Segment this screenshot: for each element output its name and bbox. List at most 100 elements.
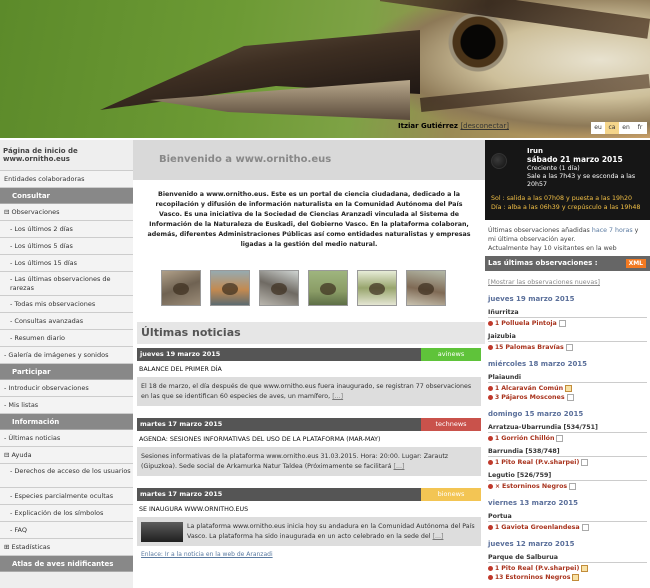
sidebar-item[interactable]: ⊞ Estadísticas — [0, 539, 133, 556]
sidebar-section-header[interactable]: Información — [0, 414, 133, 430]
comment-box-icon[interactable] — [556, 435, 564, 442]
observation-location-link[interactable]: Parque de Salburua — [488, 554, 647, 563]
sidebar-item[interactable]: - Los últimos 15 días — [0, 255, 133, 272]
show-new-observations-link[interactable]: [Mostrar las observaciones nuevas] — [488, 279, 647, 286]
sidebar-item[interactable]: - Introducir observaciones — [0, 380, 133, 397]
species-name-link[interactable]: Polluela Pintoja — [501, 320, 557, 327]
sidebar-item[interactable]: - Resumen diario — [0, 330, 133, 347]
species-name-link[interactable]: Gaviota Groenlandesa — [501, 524, 579, 531]
news-tag[interactable]: bionews — [421, 488, 481, 501]
edit-comment-icon[interactable] — [572, 574, 580, 581]
sidebar-item[interactable]: - Los últimos 5 días — [0, 238, 133, 255]
bird-photo-thumbnail[interactable] — [210, 270, 250, 306]
species-marker-icon — [488, 460, 493, 465]
language-eu-button[interactable]: eu — [591, 122, 605, 134]
species-name-link[interactable]: Pito Real (P.v.sharpei) — [501, 459, 579, 466]
sidebar-item[interactable]: - Consultas avanzadas — [0, 313, 133, 330]
observation-day-heading: jueves 12 marzo 2015 — [488, 540, 575, 548]
sidebar-item[interactable]: - Los últimos 2 días — [0, 221, 133, 238]
species-marker-icon — [488, 436, 493, 441]
observation-location-link[interactable]: Arratzua-Ubarrundia [534/751] — [488, 424, 647, 433]
observation-count: 1 — [495, 385, 500, 392]
sidebar-item[interactable]: - Las últimas observaciones de rarezas — [0, 272, 133, 296]
news-body: El 18 de marzo, el día después de que ww… — [137, 378, 481, 406]
news-title[interactable]: BALANCE DEL PRIMER DÍA — [137, 361, 481, 378]
sidebar-item[interactable]: - Especies parcialmente ocultas — [0, 488, 133, 505]
sidebar-item[interactable]: - FAQ — [0, 522, 133, 539]
sidebar-section-header[interactable]: Participar — [0, 364, 133, 380]
sidebar-section-header[interactable]: Atlas de aves nidificantes — [0, 556, 133, 572]
observation-location-link[interactable]: Jaizubia — [488, 333, 647, 342]
observation-location-link[interactable]: Portua — [488, 513, 647, 522]
header-banner: Itziar Gutiérrez [desconectar] eu ca en fr — [0, 0, 650, 138]
species-name-link[interactable]: Alcaraván Común — [501, 385, 563, 392]
sidebar-item[interactable]: ⊟ Observaciones — [0, 204, 133, 221]
news-date-bar: martes 17 marzo 2015 technews — [137, 418, 481, 431]
news-external-link[interactable]: Enlace: Ir a la noticia en la web de Ara… — [141, 551, 481, 558]
comment-box-icon[interactable] — [569, 483, 577, 490]
home-link[interactable]: Página de inicio de www.ornitho.eus — [0, 140, 133, 171]
species-name-link[interactable]: Palomas Bravías — [505, 344, 563, 351]
species-name-link[interactable]: Pito Real (P.v.sharpei) — [501, 565, 579, 572]
comment-box-icon[interactable] — [566, 394, 574, 401]
news-title[interactable]: SE INAUGURA WWW.ORNITHO.EUS — [137, 501, 481, 518]
sidebar-item[interactable]: - Todas mis observaciones — [0, 296, 133, 313]
species-name-link[interactable]: Estorninos Negros — [502, 483, 567, 490]
sunrise-sunset: Sol : salida a las 07h08 y puesta a las … — [491, 195, 632, 202]
bird-photo-thumbnail[interactable] — [406, 270, 446, 306]
news-body-text: La plataforma www.ornitho.eus inicia hoy… — [187, 523, 475, 540]
logout-link[interactable]: [desconectar] — [460, 122, 509, 130]
sidebar-item[interactable]: ⊟ Ayuda — [0, 447, 133, 464]
language-en-button[interactable]: en — [619, 122, 633, 134]
sidebar-section-header[interactable]: Consultar — [0, 188, 133, 204]
photo-strip — [161, 270, 485, 306]
bird-photo-thumbnail[interactable] — [308, 270, 348, 306]
page-title: Bienvenido a www.ornitho.eus — [133, 140, 485, 180]
sidebar-item[interactable]: - Explicación de los símbolos — [0, 505, 133, 522]
observation-count: 1 — [495, 320, 500, 327]
sidebar-item[interactable]: - Últimas noticias — [0, 430, 133, 447]
summary-time-link[interactable]: hace 7 horas — [592, 227, 633, 234]
read-more-link[interactable]: [...] — [332, 393, 343, 400]
comment-box-icon[interactable] — [581, 524, 589, 531]
species-name-link[interactable]: Gorrión Chillón — [501, 435, 554, 442]
news-body: Sesiones informativas de la plataforma w… — [137, 448, 481, 476]
language-fr-button[interactable]: fr — [633, 122, 647, 134]
observation-location-link[interactable]: Plaiaundi — [488, 374, 647, 383]
read-more-link[interactable]: [...] — [394, 463, 405, 470]
visitor-count: Actualmente hay 10 visitantes en la web — [488, 245, 617, 252]
sidebar-item[interactable]: - Galería de imágenes y sonidos — [0, 347, 133, 364]
last-observations-list: [Mostrar las observaciones nuevas] jueve… — [485, 271, 650, 581]
edit-comment-icon[interactable] — [565, 385, 573, 392]
sidebar-item[interactable]: Entidades colaboradoras — [0, 171, 133, 188]
sidebar-item[interactable]: - Mis listas — [0, 397, 133, 414]
news-title[interactable]: AGENDA: SESIONES INFORMATIVAS DEL USO DE… — [137, 431, 481, 448]
observation-day-heading: jueves 19 marzo 2015 — [488, 295, 575, 303]
sun-times: Sol : salida a las 07h08 y puesta a las … — [491, 194, 650, 212]
species-name-link[interactable]: Pájaros Moscones — [501, 394, 564, 401]
xml-feed-button[interactable]: XML — [625, 259, 646, 268]
news-tag[interactable]: technews — [421, 418, 481, 431]
bird-photo-thumbnail[interactable] — [357, 270, 397, 306]
news-tag[interactable]: avinews — [421, 348, 481, 361]
comment-box-icon[interactable] — [558, 320, 566, 327]
observation-row: 3 Pájaros Moscones — [488, 394, 647, 401]
banner-bird-head-stripe — [379, 0, 650, 39]
edit-comment-icon[interactable] — [581, 565, 589, 572]
observation-location-link[interactable]: Legutio [526/759] — [488, 472, 647, 481]
user-name: Itziar Gutiérrez — [398, 122, 458, 130]
sidebar-item[interactable]: - Derechos de acceso de los usuarios — [0, 464, 133, 488]
bird-photo-thumbnail[interactable] — [161, 270, 201, 306]
comment-box-icon[interactable] — [565, 344, 573, 351]
language-ca-button[interactable]: ca — [605, 122, 619, 134]
comment-box-icon[interactable] — [581, 459, 589, 466]
news-date: jueves 19 marzo 2015 — [140, 350, 221, 358]
observation-location-link[interactable]: Iñurritza — [488, 309, 647, 318]
news-photo — [141, 522, 183, 542]
observation-count: 1 — [495, 435, 500, 442]
bird-photo-thumbnail[interactable] — [259, 270, 299, 306]
observation-location-link[interactable]: Barrundia [538/748] — [488, 448, 647, 457]
read-more-link[interactable]: [...] — [433, 533, 444, 540]
species-name-link[interactable]: Estorninos Negros — [505, 574, 570, 581]
dawn-dusk: Día : alba a las 06h39 y crepúsculo a la… — [491, 204, 641, 211]
